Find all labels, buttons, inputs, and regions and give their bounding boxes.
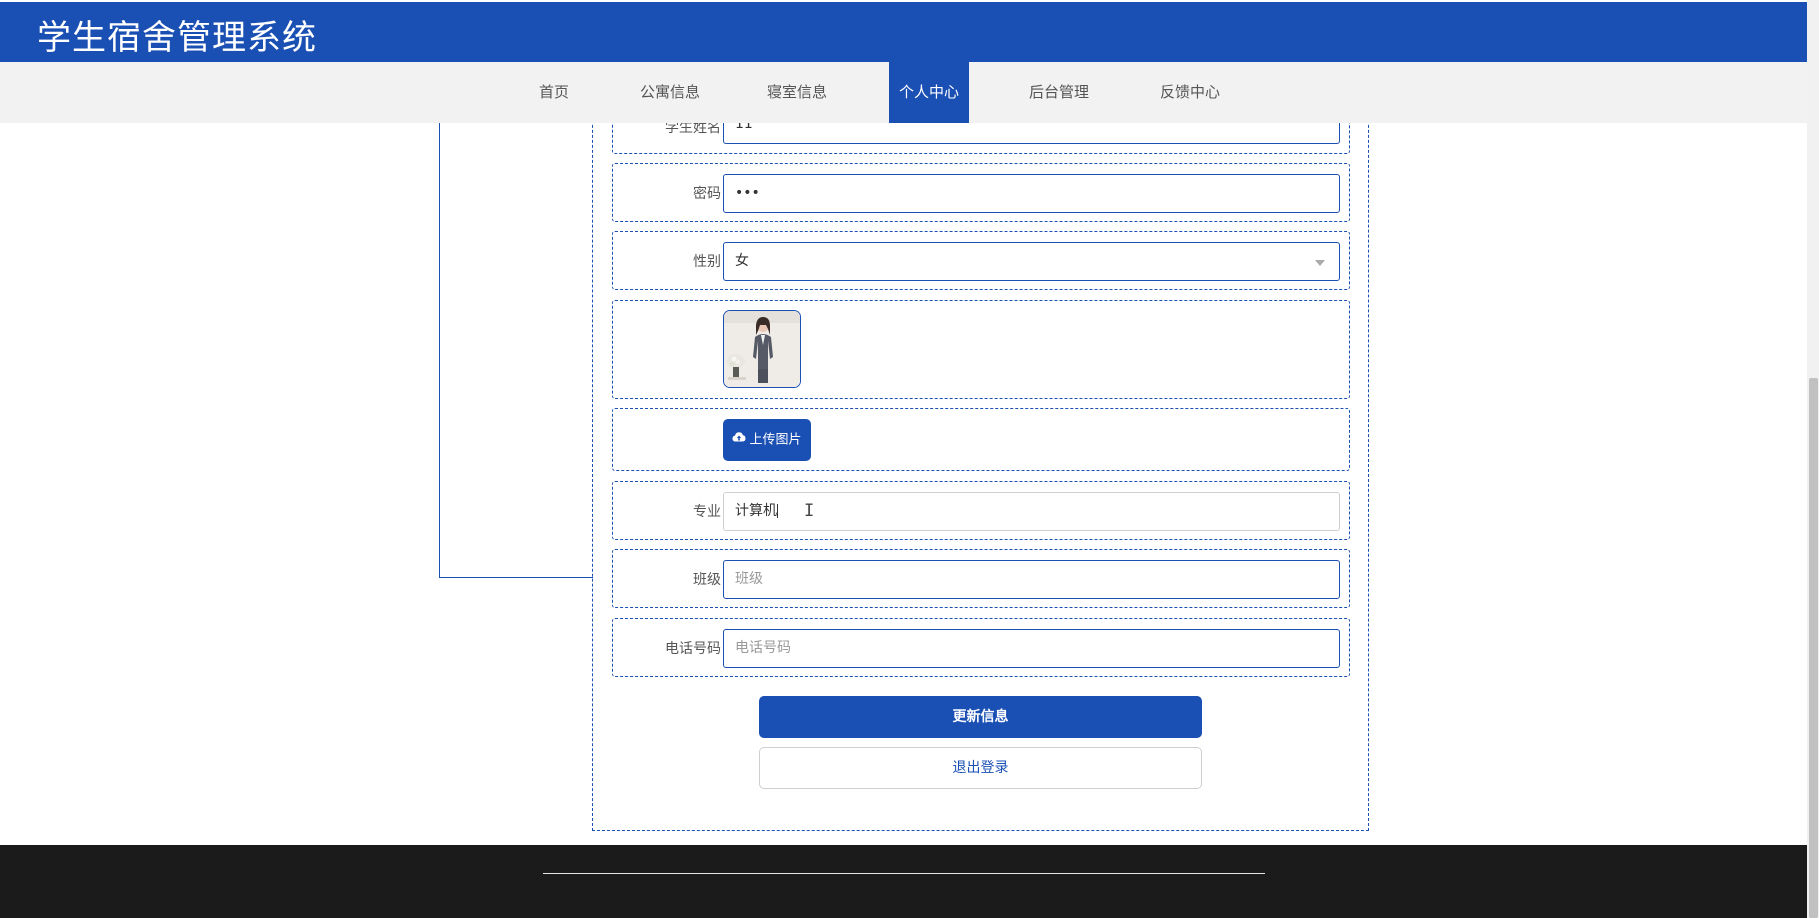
- gender-select[interactable]: 女: [723, 242, 1340, 281]
- major-input-value: 计算机: [735, 503, 777, 519]
- footer-divider: [543, 873, 1265, 874]
- major-input[interactable]: 计算机: [723, 492, 1340, 531]
- form-row-password: 密码 •••: [612, 163, 1350, 222]
- class-input[interactable]: 班级: [723, 560, 1340, 599]
- cloud-upload-icon: [732, 419, 746, 461]
- typing-caret: [777, 504, 778, 518]
- update-info-button[interactable]: 更新信息: [759, 696, 1202, 738]
- app-title: 学生宿舍管理系统: [37, 18, 317, 58]
- password-input[interactable]: •••: [723, 174, 1340, 213]
- text-cursor-icon: I: [804, 501, 815, 521]
- form-row-gender: 性别 女: [612, 231, 1350, 290]
- password-label: 密码: [693, 186, 721, 202]
- nav-item-dormrooms[interactable]: 寝室信息: [760, 62, 834, 123]
- class-label: 班级: [693, 572, 721, 588]
- scrollbar-thumb[interactable]: [1809, 378, 1818, 918]
- form-row-phone: 电话号码 电话号码: [612, 618, 1350, 677]
- main-nav: 首页 公寓信息 寝室信息 个人中心 后台管理 反馈中心: [0, 62, 1807, 123]
- upload-image-button[interactable]: 上传图片: [723, 419, 811, 461]
- page-footer: [0, 845, 1807, 918]
- nav-item-apartments[interactable]: 公寓信息: [633, 62, 707, 123]
- gender-select-value: 女: [735, 253, 749, 269]
- phone-label: 电话号码: [665, 641, 721, 657]
- connector-line-horizontal: [439, 577, 593, 578]
- nav-item-feedback[interactable]: 反馈中心: [1153, 62, 1227, 123]
- chevron-down-icon: [1315, 260, 1325, 266]
- connector-line-vertical: [439, 123, 440, 578]
- avatar-image: [723, 310, 801, 388]
- upload-button-label: 上传图片: [749, 432, 802, 448]
- person-photo-icon: [724, 311, 800, 387]
- major-label: 专业: [693, 504, 721, 520]
- app-header: 学生宿舍管理系统: [0, 2, 1807, 62]
- gender-label: 性别: [693, 254, 721, 270]
- nav-item-home[interactable]: 首页: [528, 62, 580, 123]
- form-row-class: 班级 班级: [612, 549, 1350, 608]
- logout-button[interactable]: 退出登录: [759, 747, 1202, 789]
- nav-item-admin[interactable]: 后台管理: [1022, 62, 1096, 123]
- form-row-avatar: [612, 300, 1350, 399]
- nav-item-personal-center[interactable]: 个人中心: [889, 62, 969, 123]
- phone-input[interactable]: 电话号码: [723, 629, 1340, 668]
- form-row-major: 专业 计算机: [612, 481, 1350, 540]
- form-row-upload: 上传图片: [612, 408, 1350, 471]
